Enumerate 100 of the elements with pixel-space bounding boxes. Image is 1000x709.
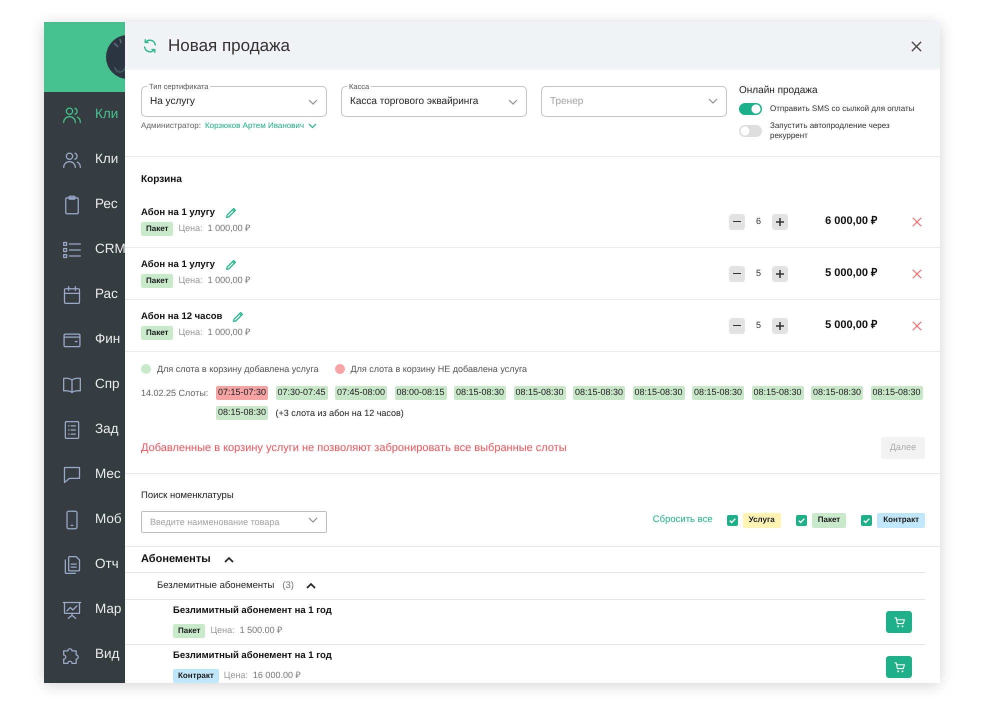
toggle-label: Отправить SMS со сылкой для оплаты [770,104,914,114]
decrease-button[interactable] [729,318,745,334]
price-value: 1 000,00 ₽ [208,326,250,340]
time-slot[interactable]: 08:00-08:15 [394,386,446,400]
filter-checkbox[interactable] [726,514,738,526]
time-slot[interactable]: 08:15-08:30 [216,406,268,420]
time-slot[interactable]: 07:45-08:00 [335,386,387,400]
time-slot[interactable]: 08:15-08:30 [514,386,566,400]
filter-checkbox[interactable] [796,514,807,526]
product-tag: Контракт [173,669,219,683]
dialog-title: Новая продажа [168,36,290,56]
decrease-button[interactable] [729,214,745,230]
calendar-icon [62,284,82,304]
item-type-tag: Пакет [141,222,174,236]
toggle-switch[interactable] [739,125,762,137]
users-icon [62,104,82,124]
cross-icon[interactable] [912,268,922,278]
legend-label: Для слота в корзину добавлена услуга [157,363,319,375]
cross-icon[interactable] [912,320,922,330]
subcategory-title: Безлемитные абонементы [157,578,274,593]
add-to-cart-button[interactable] [886,611,912,633]
pencil-icon[interactable] [226,208,236,218]
chevron-down-icon [708,98,718,104]
toggle-label: Запустить автопродление через рекуррент [770,121,891,141]
sidebar-item[interactable]: CRM [44,227,125,272]
filter-checkbox[interactable] [861,514,872,526]
quantity-value: 5 [754,266,762,280]
quantity-value: 5 [754,318,762,332]
sidebar-item[interactable]: Отч [44,542,125,587]
time-slot[interactable]: 07:15-07:30 [216,386,268,400]
item-name: Абон на 12 часов [141,311,222,323]
sidebar-item[interactable]: Зад [44,407,125,452]
increase-button[interactable] [772,318,788,334]
time-slot[interactable]: 08:15-08:30 [573,386,625,400]
document-list-icon [62,420,82,440]
increase-button[interactable] [772,214,788,230]
toggle-switch[interactable] [739,103,762,115]
pencil-icon[interactable] [233,312,244,322]
dropdown-field[interactable]: Тренер [541,86,727,117]
chevron-down-icon [508,98,518,104]
search-field[interactable]: Введите наименование товара [141,511,327,533]
plus-icon [776,322,784,330]
chevron-up-icon[interactable] [306,583,316,589]
time-slot[interactable]: 08:15-08:30 [632,386,684,400]
sidebar-item[interactable]: Кли [44,92,125,137]
close-icon[interactable] [911,40,922,52]
logo-icon [105,34,125,80]
filter-tag: Услуга [742,512,781,528]
price-value: 16 000.00 ₽ [252,669,300,682]
price-label: Цена: [224,669,248,682]
item-total: 6 000,00 ₽ [824,214,877,230]
sidebar-item[interactable]: Мес [44,452,125,497]
section-title: Корзина [141,174,182,186]
time-slot[interactable]: 08:15-08:30 [752,386,804,400]
cart-icon [894,616,904,628]
plus-icon [776,270,784,278]
refresh-icon[interactable] [143,39,157,53]
quantity-value: 6 [754,214,762,228]
price-value: 1 000,00 ₽ [208,222,250,236]
book-icon [62,374,82,394]
chevron-down-icon [308,123,318,129]
slots-label: 14.02.25 Слоты: [141,387,210,400]
item-total: 5 000,00 ₽ [824,266,877,282]
search-label: Поиск номенклатуры [141,490,234,502]
users-icon [62,150,82,170]
chevron-up-icon[interactable] [224,556,234,562]
error-message: Добавленные в корзину услуги не позволяют забронировать все выбранные слоты [141,440,567,456]
item-name: Абон на 1 улугу [141,259,215,271]
sidebar-item[interactable]: Спр [44,362,125,407]
time-slot[interactable]: 08:15-08:30 [692,386,744,400]
add-to-cart-button[interactable] [886,656,912,678]
minus-icon [733,220,741,222]
time-slot[interactable]: 08:15-08:30 [870,386,922,400]
filter-tag: Контракт [877,512,925,528]
slots-note: (+3 слота из абон на 12 часов) [276,407,404,420]
sidebar-item[interactable]: Вид [44,632,125,677]
sidebar-item[interactable]: Кли [44,137,125,182]
increase-button[interactable] [772,266,788,282]
time-slot[interactable]: 07:30-07:45 [276,386,328,400]
chevron-down-icon [308,517,318,523]
price-label: Цена: [178,274,203,288]
time-slot[interactable]: 08:15-08:30 [454,386,506,400]
sidebar-item[interactable]: Фин [44,317,125,362]
item-count: (3) [282,578,294,593]
sidebar-item[interactable]: Рес [44,182,125,227]
minus-icon [733,324,741,326]
price-label: Цена: [210,624,235,638]
list-icon [62,240,82,260]
sidebar-item[interactable]: Мар [44,587,125,632]
sidebar-item[interactable]: Моб [44,497,125,542]
time-slot[interactable]: 08:15-08:30 [811,386,863,400]
documents-icon [62,554,82,574]
pencil-icon[interactable] [226,260,236,270]
item-total: 5 000,00 ₽ [824,318,877,334]
clipboard-icon [62,194,82,214]
presentation-chart-icon [62,600,82,620]
sidebar-item[interactable]: Рас [44,272,125,317]
cross-icon[interactable] [912,216,922,226]
decrease-button[interactable] [729,266,745,282]
filter-tag: Пакет [812,512,846,528]
